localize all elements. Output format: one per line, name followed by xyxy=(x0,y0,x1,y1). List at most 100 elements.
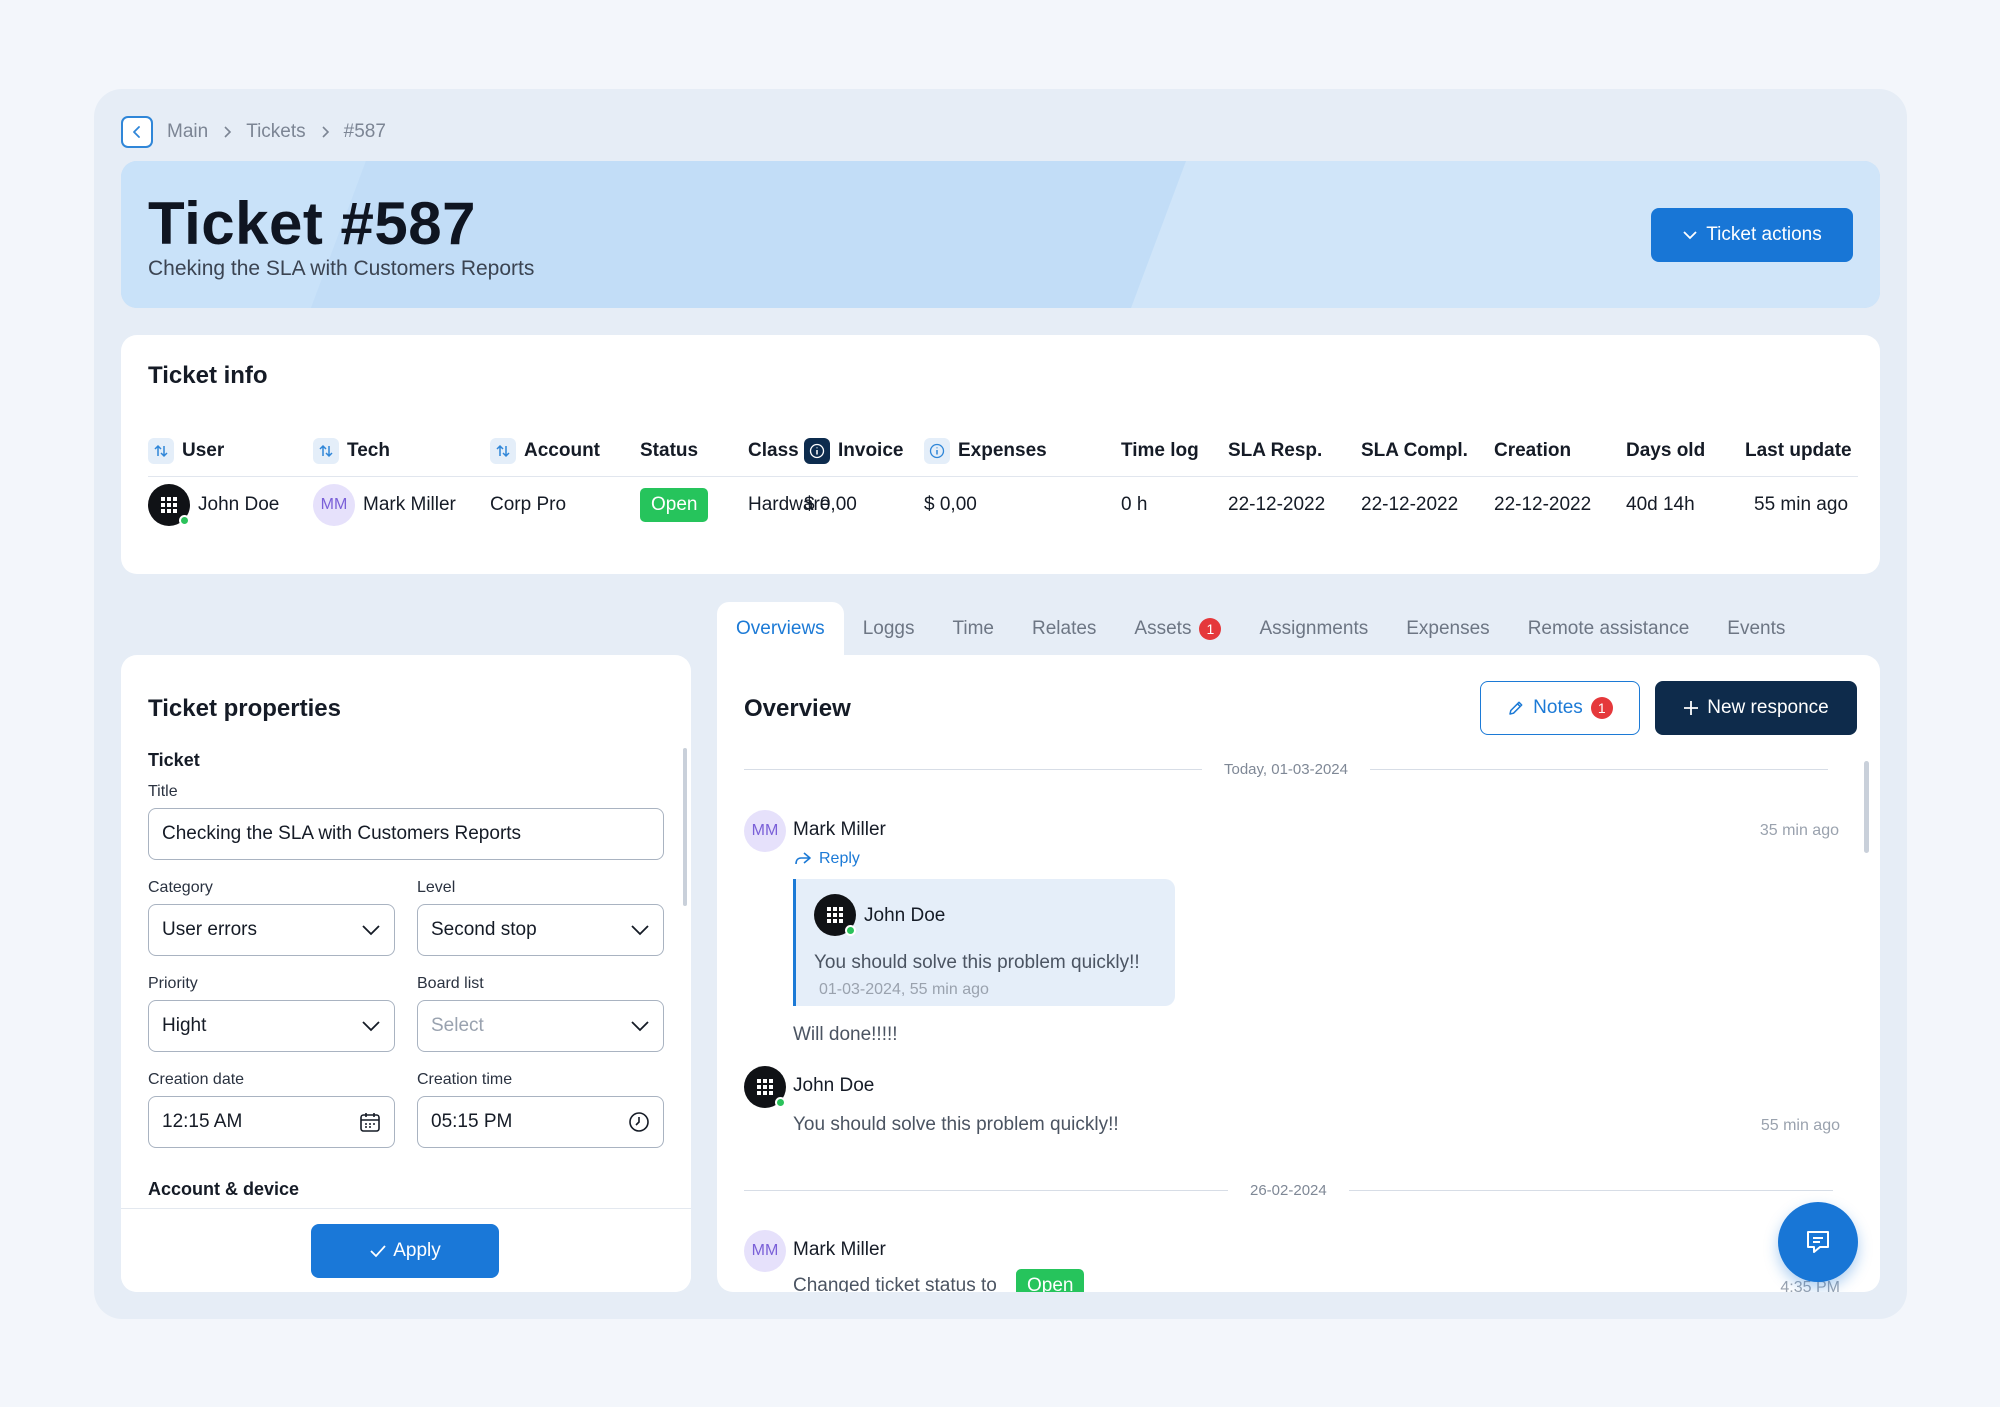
cell-user: John Doe xyxy=(148,482,279,528)
title-value: Checking the SLA with Customers Reports xyxy=(162,823,522,844)
divider-line xyxy=(744,768,1202,770)
chevron-down-icon xyxy=(362,925,380,936)
apply-label: Apply xyxy=(393,1240,441,1261)
col-days-old: Days old xyxy=(1626,440,1706,461)
breadcrumb: Main Tickets #587 xyxy=(121,116,386,148)
tab-remote-assistance[interactable]: Remote assistance xyxy=(1509,602,1709,656)
title-field[interactable]: Checking the SLA with Customers Reports xyxy=(148,808,664,860)
title-label: Title xyxy=(148,783,178,800)
tab-relates[interactable]: Relates xyxy=(1013,602,1115,656)
message-time: 35 min ago xyxy=(1759,822,1839,839)
pencil-icon xyxy=(1509,701,1523,715)
col-tech-label: Tech xyxy=(347,440,390,461)
scrollbar[interactable] xyxy=(683,748,687,906)
cell-last-update: 55 min ago xyxy=(1754,494,1849,515)
tab-expenses[interactable]: Expenses xyxy=(1387,602,1508,656)
message-author: John Doe xyxy=(793,1075,875,1096)
message-text: Will done!!!!! xyxy=(793,1024,898,1045)
status-badge: Open xyxy=(1016,1269,1085,1292)
assets-count-badge: 1 xyxy=(1199,618,1222,640)
tab-label: Assets xyxy=(1134,618,1192,639)
online-indicator xyxy=(775,1097,786,1108)
status-badge: Open xyxy=(640,488,709,522)
cell-expenses: $ 0,00 xyxy=(924,494,977,515)
chevron-left-icon xyxy=(133,126,140,138)
avatar: MM xyxy=(744,810,786,852)
ticket-header: Ticket #587 Cheking the SLA with Custome… xyxy=(121,161,1880,308)
online-indicator xyxy=(179,515,190,526)
priority-label: Priority xyxy=(148,975,198,992)
message-author: Mark Miller xyxy=(793,819,886,840)
reply-label: Reply xyxy=(819,850,860,867)
level-select[interactable]: Second stop xyxy=(417,904,664,956)
tab-label: Relates xyxy=(1032,618,1097,639)
avatar: MM xyxy=(744,1230,786,1272)
col-invoice-label: Invoice xyxy=(838,440,904,461)
tab-loggs[interactable]: Loggs xyxy=(844,602,934,656)
online-indicator xyxy=(845,925,856,936)
col-user[interactable]: User xyxy=(148,433,224,469)
tab-overviews[interactable]: Overviews xyxy=(717,602,844,656)
tech-name: Mark Miller xyxy=(363,494,456,515)
col-sla-resp: SLA Resp. xyxy=(1228,440,1323,461)
tab-time[interactable]: Time xyxy=(933,602,1013,656)
category-value: User errors xyxy=(162,919,258,940)
cell-time-log: 0 h xyxy=(1121,494,1148,515)
category-select[interactable]: User errors xyxy=(148,904,395,956)
tab-assignments[interactable]: Assignments xyxy=(1240,602,1387,656)
chevron-down-icon xyxy=(631,1021,649,1032)
chat-icon xyxy=(1807,1231,1829,1253)
back-button[interactable] xyxy=(121,116,153,148)
level-label: Level xyxy=(417,879,456,896)
col-account[interactable]: Account xyxy=(490,433,600,469)
priority-select[interactable]: Hight xyxy=(148,1000,395,1052)
tab-label: Time xyxy=(952,618,994,639)
cell-sla-resp: 22-12-2022 xyxy=(1228,494,1326,515)
reply-icon xyxy=(795,852,811,865)
breadcrumb-tickets[interactable]: Tickets xyxy=(246,121,305,143)
divider xyxy=(148,476,1858,477)
col-user-label: User xyxy=(182,440,225,461)
table-row[interactable]: John Doe MM Mark Miller Corp Pro Open Ha… xyxy=(148,482,1858,528)
cell-days-old: 40d 14h xyxy=(1626,494,1695,515)
breadcrumb-current: #587 xyxy=(343,121,386,142)
board-placeholder: Select xyxy=(431,1015,484,1036)
tab-events[interactable]: Events xyxy=(1708,602,1804,656)
chat-button[interactable] xyxy=(1778,1202,1858,1282)
creation-date-field[interactable]: 12:15 AM xyxy=(148,1096,395,1148)
brand-logo-icon xyxy=(161,497,177,513)
brand-logo-icon xyxy=(827,907,843,923)
col-sla-compl: SLA Compl. xyxy=(1361,440,1468,461)
divider-line xyxy=(1369,768,1828,770)
new-response-label: New responce xyxy=(1707,697,1829,718)
notes-button[interactable]: Notes 1 xyxy=(1480,681,1640,735)
breadcrumb-main[interactable]: Main xyxy=(167,121,208,143)
board-list-select[interactable]: Select xyxy=(417,1000,664,1052)
sort-icon xyxy=(148,438,174,464)
tab-assets[interactable]: Assets 1 xyxy=(1115,602,1240,656)
divider-line xyxy=(744,1189,1228,1191)
new-response-button[interactable]: New responce xyxy=(1655,681,1857,735)
notes-label: Notes xyxy=(1533,697,1583,718)
col-expenses-label: Expenses xyxy=(958,440,1047,461)
col-tech[interactable]: Tech xyxy=(313,433,390,469)
chevron-down-icon xyxy=(362,1021,380,1032)
creation-time-label: Creation time xyxy=(417,1071,513,1088)
reply-link[interactable]: Reply xyxy=(793,850,860,868)
col-expenses: Expenses xyxy=(924,433,1047,469)
quoted-message: John Doe You should solve this problem q… xyxy=(793,879,1175,1006)
avatar xyxy=(744,1066,786,1108)
col-status: Status xyxy=(640,440,699,461)
scrollbar[interactable] xyxy=(1864,761,1869,853)
apply-button[interactable]: Apply xyxy=(311,1224,499,1278)
col-creation: Creation xyxy=(1494,440,1572,461)
tab-bar: Overviews Loggs Time Relates Assets 1 Ass… xyxy=(717,602,1804,656)
category-label: Category xyxy=(148,879,213,896)
board-label: Board list xyxy=(417,975,484,992)
notes-count-badge: 1 xyxy=(1590,697,1613,719)
cell-tech: MM Mark Miller xyxy=(313,482,456,528)
section-account-device: Account & device xyxy=(148,1179,300,1199)
ticket-actions-button[interactable]: Ticket actions xyxy=(1651,208,1853,262)
user-name: John Doe xyxy=(198,494,280,515)
creation-time-field[interactable]: 05:15 PM xyxy=(417,1096,664,1148)
